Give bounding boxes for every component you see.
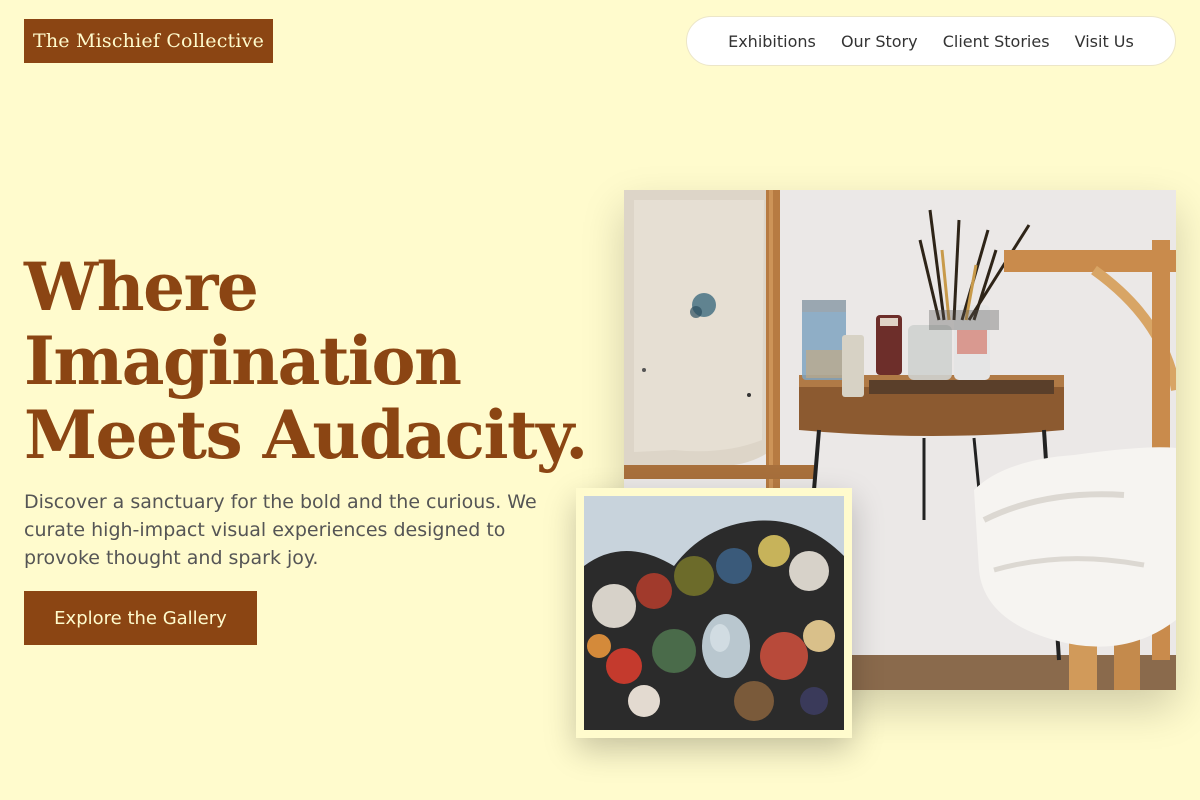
brand-logo[interactable]: The Mischief Collective: [24, 19, 273, 63]
main-nav: Exhibitions Our Story Client Stories Vis…: [686, 16, 1176, 66]
nav-item-visit-us[interactable]: Visit Us: [1075, 32, 1134, 51]
palette-photo: [576, 488, 852, 738]
headline-line: Where: [24, 248, 259, 326]
nav-item-exhibitions[interactable]: Exhibitions: [728, 32, 816, 51]
nav-item-client-stories[interactable]: Client Stories: [943, 32, 1050, 51]
headline-line: Meets Audacity.: [24, 396, 588, 474]
hero-subtext: Discover a sanctuary for the bold and th…: [24, 491, 537, 569]
explore-gallery-button[interactable]: Explore the Gallery: [24, 591, 257, 645]
headline-line: Imagination: [24, 322, 462, 400]
nav-item-our-story[interactable]: Our Story: [841, 32, 918, 51]
hero-headline: Where Imagination Meets Audacity.: [24, 248, 588, 474]
palette-illustration: [584, 496, 844, 730]
